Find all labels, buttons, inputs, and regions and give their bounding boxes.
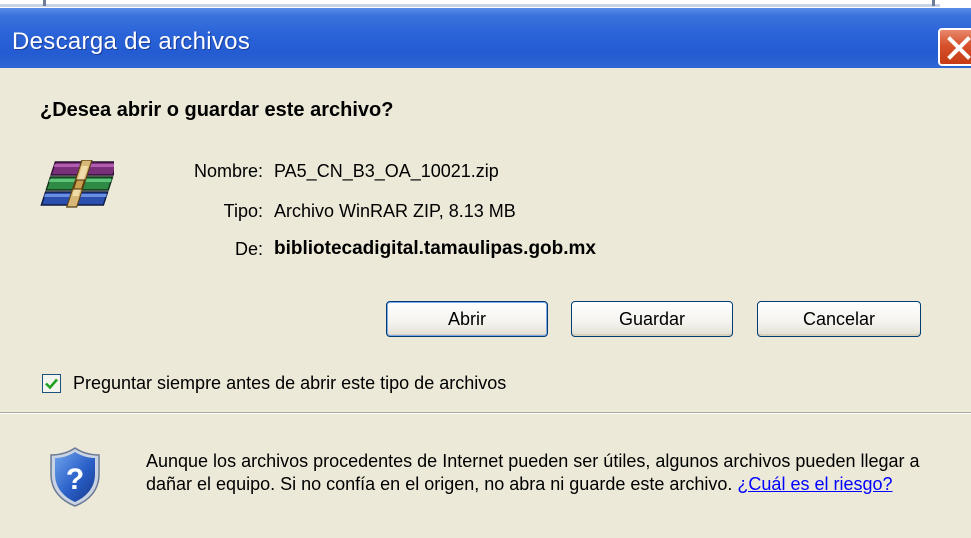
shield-question-icon: ? [50, 447, 100, 507]
winrar-archive-icon [40, 160, 114, 208]
open-button[interactable]: Abrir [386, 301, 548, 337]
title-bar[interactable]: Descarga de archivos [0, 8, 971, 68]
always-ask-label[interactable]: Preguntar siempre antes de abrir este ti… [73, 373, 506, 394]
checkmark-icon [45, 378, 58, 390]
name-label: Nombre: [193, 161, 263, 181]
save-button[interactable]: Guardar [571, 301, 733, 337]
close-button[interactable] [938, 28, 971, 66]
from-value: bibliotecadigital.tamaulipas.gob.mx [274, 238, 596, 259]
svg-text:?: ? [66, 463, 84, 496]
always-ask-checkbox[interactable] [42, 374, 61, 393]
type-value: Archivo WinRAR ZIP, 8.13 MB [274, 201, 516, 221]
dialog-body: ¿Desea abrir o guardar este archivo? Nom… [0, 68, 971, 538]
risk-link[interactable]: ¿Cuál es el riesgo? [737, 474, 892, 494]
name-value: PA5_CN_B3_OA_10021.zip [274, 161, 499, 181]
security-warning: Aunque los archivos procedentes de Inter… [146, 450, 946, 496]
separator-highlight [0, 413, 971, 414]
type-label: Tipo: [223, 201, 263, 221]
window-title: Descarga de archivos [12, 28, 251, 55]
window-top-edge [0, 0, 971, 8]
from-label: De: [234, 239, 263, 259]
cancel-button[interactable]: Cancelar [757, 301, 921, 337]
close-x-icon [947, 36, 971, 60]
dialog-question: ¿Desea abrir o guardar este archivo? [40, 99, 394, 121]
